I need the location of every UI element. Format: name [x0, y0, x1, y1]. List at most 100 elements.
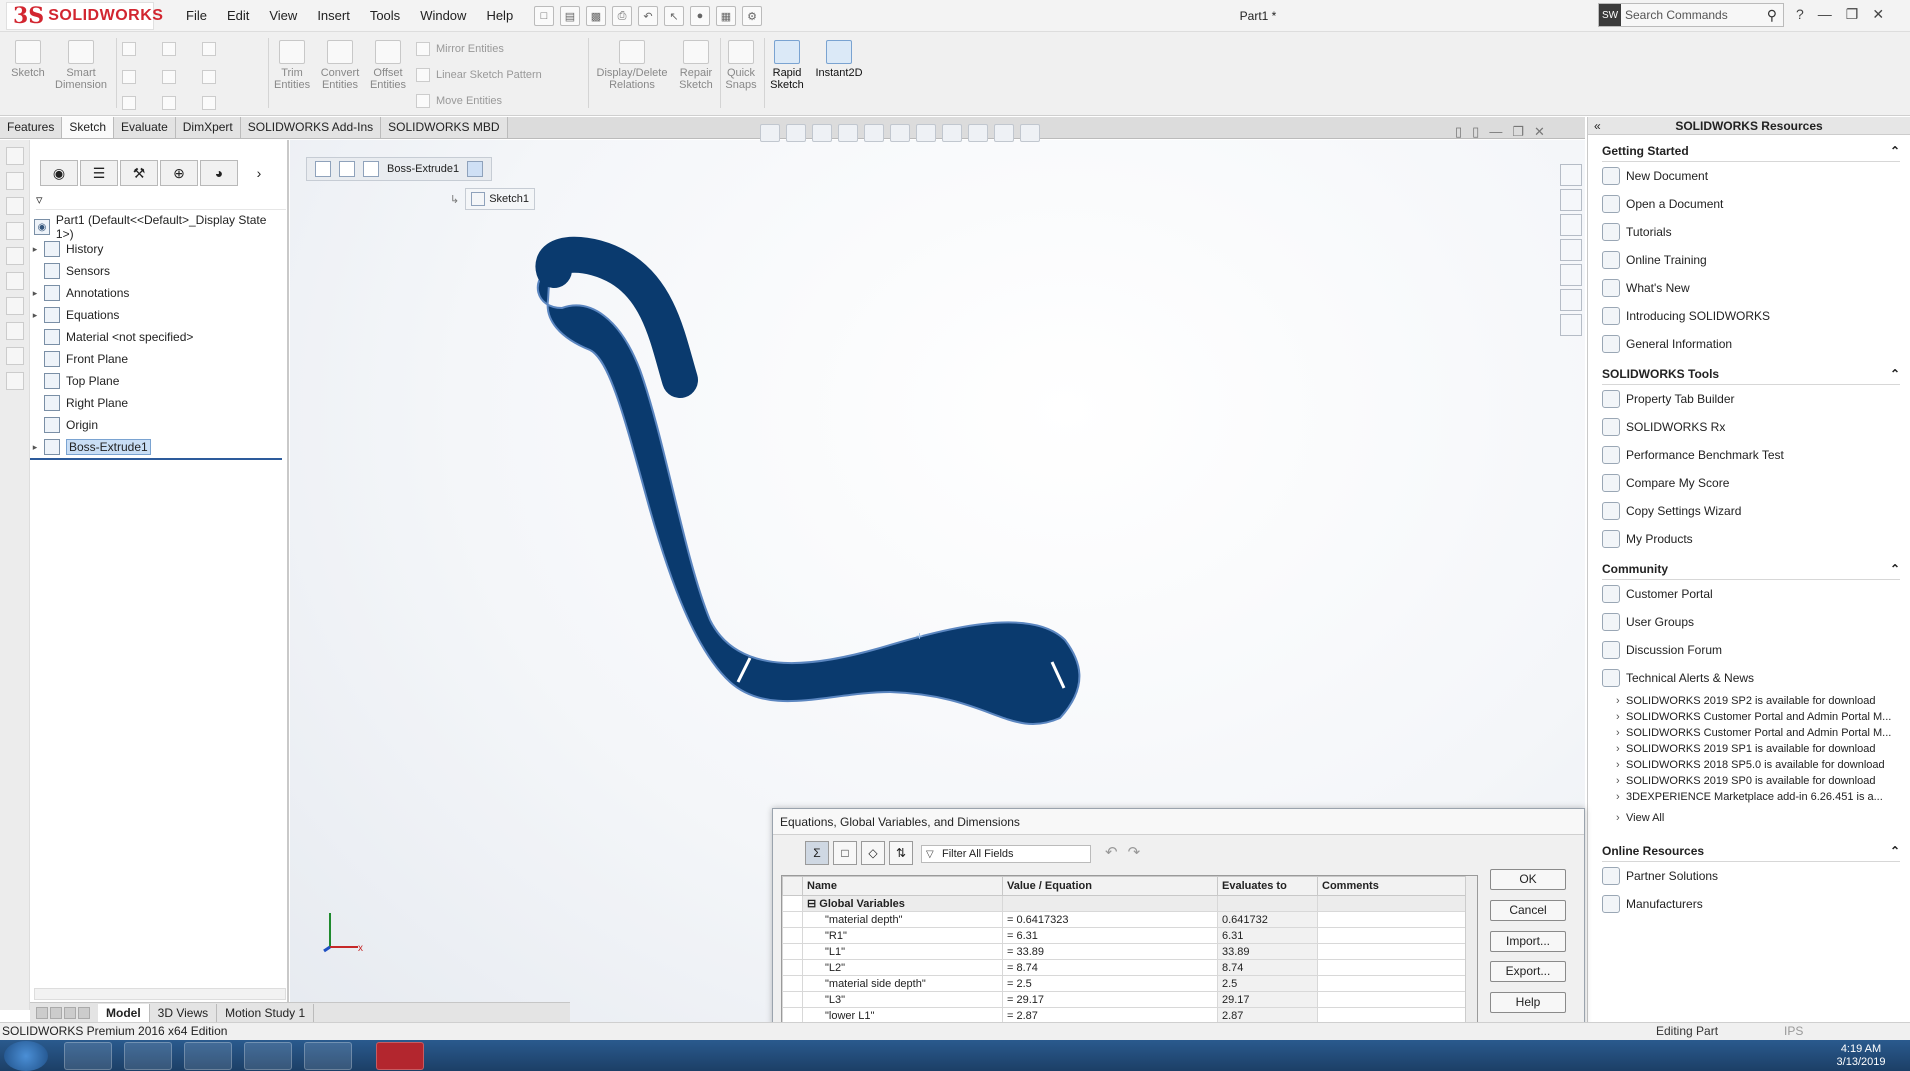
restore-icon[interactable]: ❐: [1846, 6, 1859, 23]
help-icon[interactable]: ?: [1796, 6, 1804, 23]
tool-property-tab-builder[interactable]: Property Tab Builder: [1602, 385, 1900, 413]
hide-show-items-icon[interactable]: [942, 124, 962, 142]
next-tab-icon[interactable]: [64, 1006, 76, 1019]
strip-tool-icon[interactable]: [6, 147, 24, 165]
section-view-icon[interactable]: [838, 124, 858, 142]
variable-comment[interactable]: [1317, 991, 1466, 1008]
dimxpert-manager-tab-icon[interactable]: ⊕: [160, 160, 198, 186]
zoom-to-fit-icon[interactable]: [760, 124, 780, 142]
tab-sketch[interactable]: Sketch: [62, 117, 115, 138]
link-introducing-solidworks[interactable]: Introducing SOLIDWORKS: [1602, 302, 1900, 330]
export-button[interactable]: Export...: [1490, 961, 1566, 982]
strip-tool-icon[interactable]: [6, 272, 24, 290]
online-partner-solutions[interactable]: Partner Solutions: [1602, 862, 1900, 890]
open-icon[interactable]: ▤: [560, 6, 580, 26]
expand-arrow-icon[interactable]: ▸: [30, 244, 40, 255]
collapse-section-icon[interactable]: ⌃: [1890, 144, 1900, 158]
undo-icon[interactable]: ↶: [1105, 843, 1118, 861]
solidworks-logo[interactable]: 3S SOLIDWORKS: [6, 2, 163, 30]
display-delete-relations-button[interactable]: Display/Delete Relations: [592, 40, 672, 91]
tree-filter[interactable]: ▿: [36, 192, 286, 210]
collapse-section-icon[interactable]: ⌃: [1890, 844, 1900, 858]
tree-item-top-plane[interactable]: Top Plane: [30, 370, 286, 392]
forum-icon[interactable]: [1560, 314, 1582, 336]
table-row[interactable]: "L2" = 8.74 8.74: [782, 959, 1466, 976]
news-item[interactable]: SOLIDWORKS 2019 SP2 is available for dow…: [1602, 695, 1900, 708]
menu-file[interactable]: File: [176, 8, 217, 24]
dynamic-annotation-icon[interactable]: [864, 124, 884, 142]
tab-evaluate[interactable]: Evaluate: [114, 117, 176, 138]
menu-help[interactable]: Help: [476, 8, 523, 24]
link-tutorials[interactable]: Tutorials: [1602, 218, 1900, 246]
tool-compare-my-score[interactable]: Compare My Score: [1602, 469, 1900, 497]
strip-tool-icon[interactable]: [6, 172, 24, 190]
tree-item-origin[interactable]: Origin: [30, 414, 286, 436]
fillet-tool[interactable]: [162, 96, 176, 110]
variable-name[interactable]: "L2": [802, 959, 1003, 976]
custom-properties-icon[interactable]: [1560, 289, 1582, 311]
tab-addins[interactable]: SOLIDWORKS Add-Ins: [240, 117, 382, 138]
property-manager-tab-icon[interactable]: ☰: [80, 160, 118, 186]
face-breadcrumb-icon[interactable]: [467, 161, 484, 177]
image-app-taskbar-icon[interactable]: [304, 1042, 352, 1070]
expand-arrow-icon[interactable]: ▸: [30, 288, 40, 299]
previous-view-icon[interactable]: [812, 124, 832, 142]
sketch-breadcrumb-item[interactable]: Sketch1: [465, 188, 535, 210]
expand-arrow-icon[interactable]: ▸: [30, 310, 40, 321]
sketch-equation-view-icon[interactable]: □: [833, 841, 857, 865]
file-explorer-icon[interactable]: [1560, 214, 1582, 236]
apply-scene-icon[interactable]: [994, 124, 1014, 142]
zoom-to-area-icon[interactable]: [786, 124, 806, 142]
community-user-groups[interactable]: User Groups: [1602, 608, 1900, 636]
home-icon[interactable]: [1560, 164, 1582, 186]
view-settings-icon[interactable]: [1020, 124, 1040, 142]
move-entities-button[interactable]: Move Entities: [416, 94, 502, 108]
tool-my-products[interactable]: My Products: [1602, 525, 1900, 553]
view-palette-icon[interactable]: [1560, 239, 1582, 261]
search-commands[interactable]: SW Search Commands ⚲: [1598, 3, 1784, 27]
display-manager-tab-icon[interactable]: ◕: [200, 160, 238, 186]
variable-value[interactable]: = 6.31: [1002, 927, 1218, 944]
viewport-minimize-icon[interactable]: —: [1489, 124, 1502, 140]
table-row[interactable]: "material depth" = 0.6417323 0.641732: [782, 911, 1466, 928]
save-icon[interactable]: ▩: [586, 6, 606, 26]
units-text[interactable]: IPS: [1784, 1023, 1803, 1040]
collapse-panel-icon[interactable]: «: [1594, 117, 1601, 135]
strip-tool-icon[interactable]: [6, 297, 24, 315]
menu-view[interactable]: View: [259, 8, 307, 24]
first-tab-icon[interactable]: [36, 1006, 48, 1019]
link-what-s-new[interactable]: What's New: [1602, 274, 1900, 302]
link-general-information[interactable]: General Information: [1602, 330, 1900, 358]
convert-entities-button[interactable]: Convert Entities: [318, 40, 362, 91]
tab-dimxpert[interactable]: DimXpert: [175, 117, 241, 138]
view-orientation-icon[interactable]: [890, 124, 910, 142]
tree-item-boss-extrude1[interactable]: ▸ Boss-Extrude1: [30, 436, 286, 460]
new-icon[interactable]: □: [534, 6, 554, 26]
tool-performance-benchmark-test[interactable]: Performance Benchmark Test: [1602, 441, 1900, 469]
tree-item-sensors[interactable]: Sensors: [30, 260, 286, 282]
variable-value[interactable]: = 33.89: [1002, 943, 1218, 960]
ok-button[interactable]: OK: [1490, 869, 1566, 890]
variable-name[interactable]: "L3": [802, 991, 1003, 1008]
select-icon[interactable]: ↖: [664, 6, 684, 26]
ordered-view-icon[interactable]: ⇅: [889, 841, 913, 865]
menu-edit[interactable]: Edit: [217, 8, 259, 24]
appearances-icon[interactable]: [1560, 264, 1582, 286]
menu-tools[interactable]: Tools: [360, 8, 410, 24]
news-item[interactable]: 3DEXPERIENCE Marketplace add-in 6.26.451…: [1602, 791, 1900, 804]
variable-value[interactable]: = 29.17: [1002, 991, 1218, 1008]
part-body[interactable]: [536, 266, 1081, 726]
tree-item-history[interactable]: ▸ History: [30, 238, 286, 260]
news-item[interactable]: SOLIDWORKS Customer Portal and Admin Por…: [1602, 727, 1900, 740]
repair-sketch-button[interactable]: Repair Sketch: [676, 40, 716, 91]
chrome-taskbar-icon[interactable]: [124, 1042, 172, 1070]
menu-insert[interactable]: Insert: [307, 8, 360, 24]
rectangle-tool[interactable]: [122, 70, 136, 84]
collapse-right-icon[interactable]: ▯: [1472, 124, 1479, 140]
variable-value[interactable]: = 0.6417323: [1002, 911, 1218, 928]
prev-tab-icon[interactable]: [50, 1006, 62, 1019]
link-online-training[interactable]: Online Training: [1602, 246, 1900, 274]
tool-solidworks-rx[interactable]: SOLIDWORKS Rx: [1602, 413, 1900, 441]
offset-entities-button[interactable]: Offset Entities: [368, 40, 408, 91]
filter-all-fields[interactable]: Filter All Fields: [921, 845, 1091, 863]
